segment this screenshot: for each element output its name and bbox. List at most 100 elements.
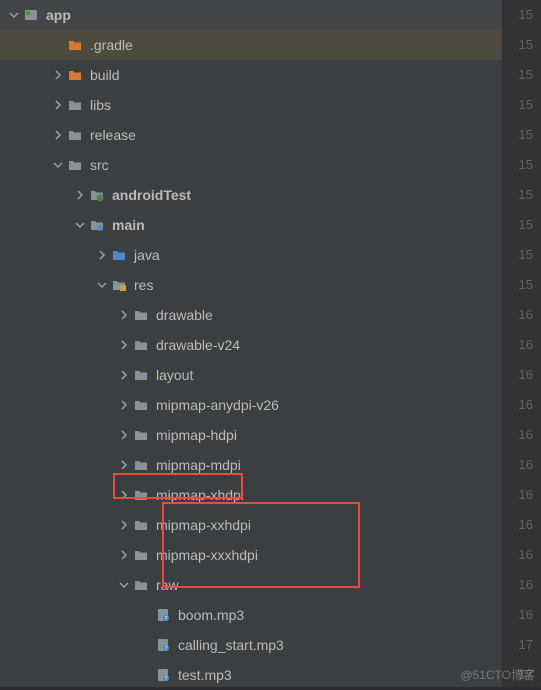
module-icon	[22, 6, 40, 24]
tree-row-java[interactable]: java	[0, 240, 502, 270]
chevron-down-icon[interactable]	[94, 277, 110, 293]
folder-icon	[132, 486, 150, 504]
chevron-right-icon[interactable]	[116, 397, 132, 413]
line-number: 15	[503, 0, 533, 30]
tree-item-label: drawable	[156, 307, 213, 323]
tree-item-label: release	[90, 127, 136, 143]
folder-java-icon	[110, 246, 128, 264]
tree-row-build[interactable]: build	[0, 60, 502, 90]
tree-row-raw[interactable]: raw	[0, 570, 502, 600]
tree-row--gradle[interactable]: .gradle	[0, 30, 502, 60]
chevron-right-icon[interactable]	[50, 67, 66, 83]
tree-item-label: libs	[90, 97, 111, 113]
tree-row-androidtest[interactable]: androidTest	[0, 180, 502, 210]
chevron-right-icon[interactable]	[116, 367, 132, 383]
tree-item-label: main	[112, 217, 145, 233]
project-tree[interactable]: app .gradle build libs release srcandroidTest…	[0, 0, 503, 687]
tree-row-libs[interactable]: libs	[0, 90, 502, 120]
tree-item-label: .gradle	[90, 37, 133, 53]
tree-item-label: mipmap-hdpi	[156, 427, 237, 443]
tree-row-release[interactable]: release	[0, 120, 502, 150]
tree-row-src[interactable]: src	[0, 150, 502, 180]
folder-icon	[132, 366, 150, 384]
chevron-right-icon[interactable]	[116, 337, 132, 353]
line-number: 15	[503, 240, 533, 270]
tree-row-test-mp3[interactable]: ?test.mp3	[0, 660, 502, 687]
folder-icon	[132, 426, 150, 444]
chevron-right-icon[interactable]	[72, 187, 88, 203]
line-number: 15	[503, 180, 533, 210]
tree-item-label: calling_start.mp3	[178, 637, 284, 653]
tree-row-app[interactable]: app	[0, 0, 502, 30]
chevron-right-icon[interactable]	[116, 517, 132, 533]
tree-item-label: androidTest	[112, 187, 191, 203]
folder-icon	[66, 156, 84, 174]
chevron-right-icon[interactable]	[116, 427, 132, 443]
tree-item-label: src	[90, 157, 109, 173]
line-number: 15	[503, 270, 533, 300]
chevron-right-icon[interactable]	[50, 97, 66, 113]
tree-row-drawable-v24[interactable]: drawable-v24	[0, 330, 502, 360]
folder-test-icon	[88, 186, 106, 204]
folder-orange-icon	[66, 66, 84, 84]
tree-item-label: drawable-v24	[156, 337, 240, 353]
tree-row-mipmap-anydpi-v26[interactable]: mipmap-anydpi-v26	[0, 390, 502, 420]
tree-row-drawable[interactable]: drawable	[0, 300, 502, 330]
tree-item-label: test.mp3	[178, 667, 232, 683]
folder-icon	[132, 456, 150, 474]
tree-row-mipmap-hdpi[interactable]: mipmap-hdpi	[0, 420, 502, 450]
tree-row-mipmap-xxxhdpi[interactable]: mipmap-xxxhdpi	[0, 540, 502, 570]
tree-row-mipmap-mdpi[interactable]: mipmap-mdpi	[0, 450, 502, 480]
line-number: 16	[503, 390, 533, 420]
line-number: 16	[503, 300, 533, 330]
folder-res-icon	[110, 276, 128, 294]
chevron-right-icon[interactable]	[116, 487, 132, 503]
tree-row-calling-start-mp3[interactable]: ?calling_start.mp3	[0, 630, 502, 660]
chevron-right-icon[interactable]	[116, 547, 132, 563]
tree-item-label: build	[90, 67, 120, 83]
line-number: 16	[503, 600, 533, 630]
file-audio-icon: ?	[154, 606, 172, 624]
tree-item-label: layout	[156, 367, 193, 383]
folder-icon	[66, 96, 84, 114]
chevron-down-icon[interactable]	[50, 157, 66, 173]
line-number: 16	[503, 330, 533, 360]
folder-icon	[132, 306, 150, 324]
chevron-right-icon[interactable]	[50, 127, 66, 143]
chevron-right-icon[interactable]	[116, 457, 132, 473]
line-number: 15	[503, 30, 533, 60]
tree-row-main[interactable]: main	[0, 210, 502, 240]
tree-row-layout[interactable]: layout	[0, 360, 502, 390]
line-number: 17	[503, 630, 533, 660]
tree-item-label: mipmap-anydpi-v26	[156, 397, 279, 413]
folder-orange-icon	[66, 36, 84, 54]
tree-item-label: app	[46, 7, 71, 23]
line-number: 16	[503, 510, 533, 540]
tree-item-label: java	[134, 247, 160, 263]
chevron-down-icon[interactable]	[116, 577, 132, 593]
tree-row-mipmap-xxhdpi[interactable]: mipmap-xxhdpi	[0, 510, 502, 540]
line-number: 15	[503, 120, 533, 150]
chevron-right-icon[interactable]	[116, 307, 132, 323]
tree-item-label: mipmap-xxxhdpi	[156, 547, 258, 563]
line-number: 15	[503, 210, 533, 240]
tree-item-label: mipmap-xxhdpi	[156, 517, 251, 533]
chevron-right-icon[interactable]	[94, 247, 110, 263]
tree-item-label: mipmap-xhdpi	[156, 487, 244, 503]
tree-row-mipmap-xhdpi[interactable]: mipmap-xhdpi	[0, 480, 502, 510]
tree-item-label: boom.mp3	[178, 607, 244, 623]
line-number: 16	[503, 360, 533, 390]
folder-source-icon	[88, 216, 106, 234]
line-number: 16	[503, 480, 533, 510]
folder-icon	[132, 576, 150, 594]
tree-item-label: res	[134, 277, 153, 293]
tree-row-res[interactable]: res	[0, 270, 502, 300]
folder-icon	[132, 396, 150, 414]
folder-icon	[132, 516, 150, 534]
tree-item-label: raw	[156, 577, 179, 593]
line-number: 15	[503, 60, 533, 90]
tree-row-boom-mp3[interactable]: ? boom.mp3	[0, 600, 502, 630]
chevron-down-icon[interactable]	[6, 7, 22, 23]
line-number: 16	[503, 570, 533, 600]
chevron-down-icon[interactable]	[72, 217, 88, 233]
